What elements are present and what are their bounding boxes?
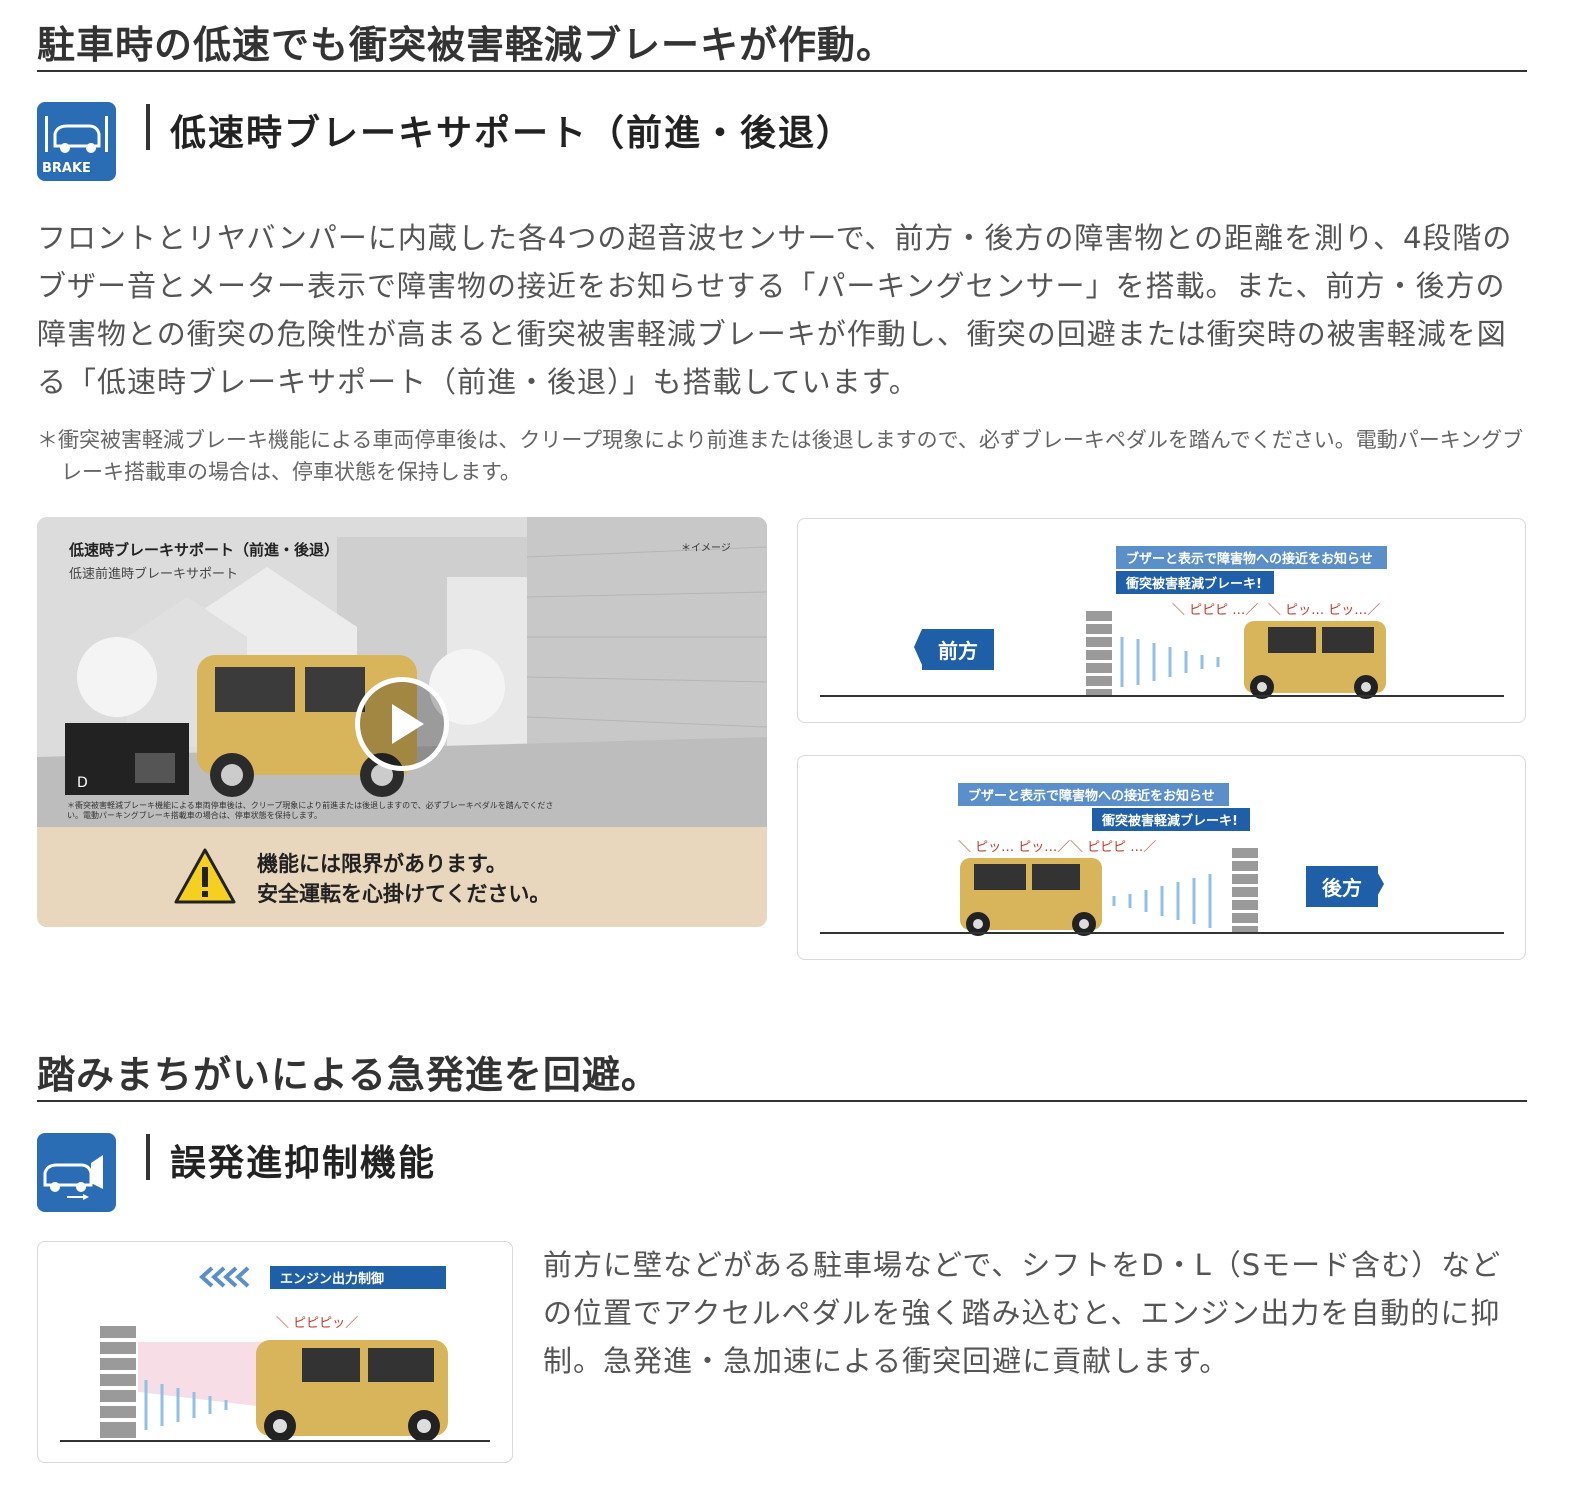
warning-line-2: 安全運転を心掛けてください。 <box>257 882 551 906</box>
feature-title-brake-support: 低速時ブレーキサポート（前進・後退） <box>170 113 855 154</box>
diagram-forward-illustration <box>914 611 1386 699</box>
diagram-rear: ブザーと表示で障害物への接近をお知らせ 衝突被害軽減ブレーキ! ＼ ピッ… ピッ… <box>797 755 1526 960</box>
diagram-rear-illustration <box>960 848 1384 936</box>
warning-icon <box>174 848 236 904</box>
section-title-misstart: 踏みまちがいによる急発進を回避。 <box>37 1053 660 1097</box>
brake-support-note: ＊衝突被害軽減ブレーキ機能による車両停車後は、クリープ現象により前進または後退し… <box>37 428 1524 484</box>
diagram-forward: ブザーと表示で障害物への接近をお知らせ 衝突被害軽減ブレーキ! ＼ ピピピ …／… <box>797 518 1526 723</box>
brake-support-description: フロントとリヤバンパーに内蔵した各4つの超音波センサーで、前方・後方の障害物との… <box>37 221 1513 399</box>
svg-text:D: D <box>77 775 88 791</box>
section-divider-2 <box>37 1100 1527 1102</box>
warning-line-1: 機能には限界があります。 <box>257 852 507 876</box>
engine-control-illustration <box>100 1326 448 1442</box>
video-fine-print: ＊衝突被害軽減ブレーキ機能による車両停車後は、クリープ現象により前進または後退し… <box>67 801 554 820</box>
section-title-brake: 駐車時の低速でも衝突被害軽減ブレーキが作動。 <box>37 23 896 67</box>
video-image-tag: ＊イメージ <box>681 543 731 554</box>
brake-support-video[interactable]: D 低速時ブレーキサポート（前進・後退） 低速前進時ブレーキサポート ＊イメージ… <box>37 517 767 927</box>
misstart-description: 前方に壁などがある駐車場などで、シフトをD・L（Sモード含む）などの位置でアクセ… <box>543 1248 1502 1378</box>
feature-title-misstart: 誤発進抑制機能 <box>170 1143 437 1184</box>
play-icon <box>392 704 424 744</box>
warning-text: 機能には限界があります。 安全運転を心掛けてください。 <box>257 849 550 909</box>
engine-control-icon <box>37 1133 116 1212</box>
svg-text:BRAKE: BRAKE <box>42 161 91 176</box>
video-warning-banner: 機能には限界があります。 安全運転を心掛けてください。 <box>37 827 767 927</box>
brake-icon: BRAKE <box>37 102 116 181</box>
video-subtitle: 低速前進時ブレーキサポート <box>69 567 239 582</box>
section-divider <box>37 70 1527 72</box>
diagram-forward-ground <box>820 695 1504 697</box>
diagram-rear-ground <box>820 932 1504 934</box>
engine-control-ground <box>60 1440 490 1442</box>
feature-title-bar-2 <box>146 1134 150 1180</box>
diagram-engine-control: エンジン出力制御 ＼ ピピピッ／ <box>37 1241 513 1463</box>
feature-title-bar <box>146 104 150 150</box>
video-title: 低速時ブレーキサポート（前進・後退） <box>69 541 340 559</box>
play-button[interactable] <box>355 677 449 771</box>
